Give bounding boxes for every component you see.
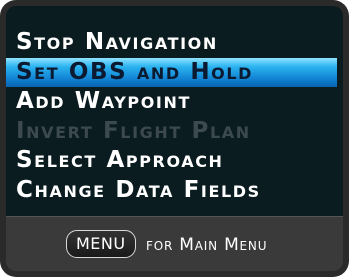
page-menu-list: Stop Navigation Set OBS and Hold Add Way… xyxy=(6,28,343,205)
menu-key-button[interactable]: MENU xyxy=(66,230,136,258)
menu-item-stop-navigation[interactable]: Stop Navigation xyxy=(6,28,343,58)
menu-item-change-data-fields[interactable]: Change Data Fields xyxy=(6,176,343,206)
menu-item-add-waypoint[interactable]: Add Waypoint xyxy=(6,87,343,117)
main-menu-hint: for Main Menu xyxy=(146,235,268,255)
display-bezel: Stop Navigation Set OBS and Hold Add Way… xyxy=(0,0,349,277)
menu-item-invert-flight-plan: Invert Flight Plan xyxy=(16,117,251,144)
menu-item-set-obs-and-hold[interactable]: Set OBS and Hold xyxy=(6,57,337,87)
menu-item-select-approach[interactable]: Select Approach xyxy=(6,146,343,176)
page-menu-panel: Stop Navigation Set OBS and Hold Add Way… xyxy=(6,6,343,216)
menu-hint-bar: MENU for Main Menu xyxy=(6,216,343,271)
